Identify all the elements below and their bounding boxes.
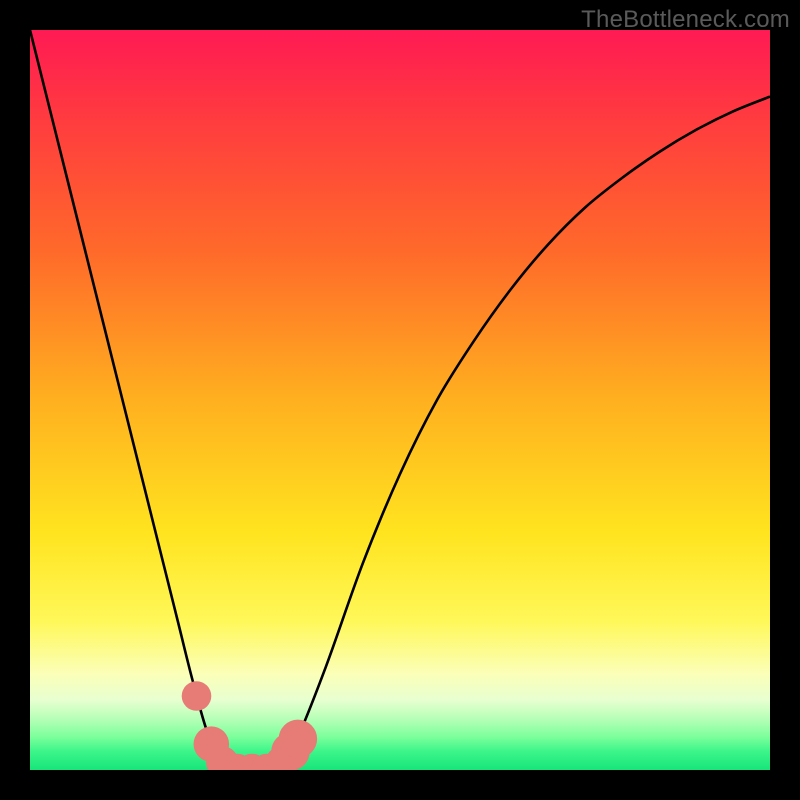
chart-frame: TheBottleneck.com	[0, 0, 800, 800]
bottleneck-chart	[30, 30, 770, 770]
watermark-text: TheBottleneck.com	[581, 6, 790, 34]
highlight-marker	[279, 720, 317, 758]
highlight-marker	[182, 681, 212, 711]
plot-background	[30, 30, 770, 770]
